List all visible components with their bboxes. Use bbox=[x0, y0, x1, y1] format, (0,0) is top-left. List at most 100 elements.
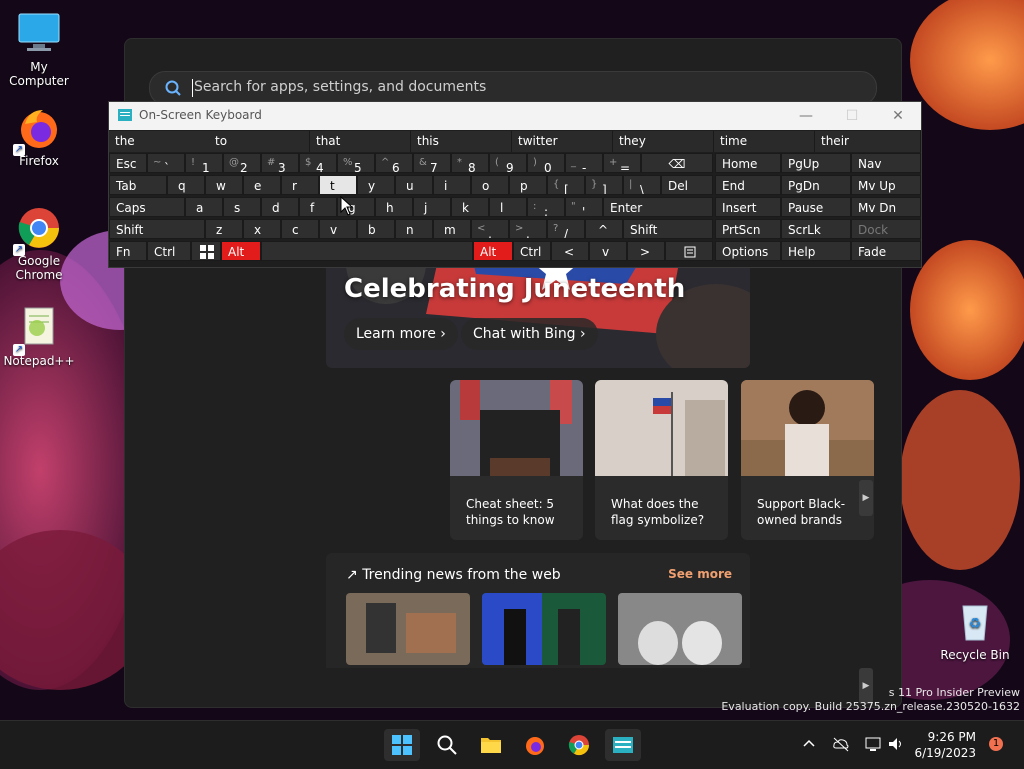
key--[interactable]: _ - bbox=[565, 153, 603, 173]
key-punct-1[interactable]: " ' bbox=[565, 197, 603, 217]
osk-taskbar-button[interactable] bbox=[605, 729, 641, 761]
key-w[interactable]: w bbox=[205, 175, 243, 195]
key-right-arrow[interactable]: > bbox=[627, 241, 665, 261]
key-6[interactable]: ^ 6 bbox=[375, 153, 413, 173]
key-e[interactable]: e bbox=[243, 175, 281, 195]
key-punct2-1[interactable]: >. bbox=[509, 219, 547, 239]
firefox-taskbar-button[interactable] bbox=[517, 729, 553, 761]
news-card[interactable]: Cheat sheet: 5 things to know bbox=[450, 380, 583, 540]
key-backspace[interactable]: ⌫ bbox=[641, 153, 713, 173]
osk-title-bar[interactable]: On-Screen Keyboard — ☐ ✕ bbox=[109, 102, 921, 130]
key-k[interactable]: k bbox=[451, 197, 489, 217]
desktop-icon-my-computer[interactable]: My Computer bbox=[1, 10, 77, 88]
key-nav-mv-dn[interactable]: Mv Dn bbox=[851, 197, 921, 217]
desktop-icon-firefox[interactable]: ↗ Firefox bbox=[1, 104, 77, 168]
key-shift-right[interactable]: Shift bbox=[623, 219, 713, 239]
trending-thumbnail[interactable] bbox=[346, 593, 470, 665]
key-m[interactable]: m bbox=[433, 219, 471, 239]
key-j[interactable]: j bbox=[413, 197, 451, 217]
close-button[interactable]: ✕ bbox=[875, 102, 921, 130]
system-clock[interactable]: 9:26 PM 6/19/2023 bbox=[912, 729, 976, 761]
key-bracket-2[interactable]: | \ bbox=[623, 175, 661, 195]
trending-thumbnail[interactable] bbox=[618, 593, 742, 665]
desktop-icon-recycle-bin[interactable]: ♻ Recycle Bin bbox=[937, 598, 1013, 662]
key-alt-left[interactable]: Alt bbox=[221, 241, 261, 261]
key-1[interactable]: ! 1 bbox=[185, 153, 223, 173]
key-s[interactable]: s bbox=[223, 197, 261, 217]
key-8[interactable]: * 8 bbox=[451, 153, 489, 173]
key-bracket-1[interactable]: }] bbox=[585, 175, 623, 195]
file-explorer-button[interactable] bbox=[473, 729, 509, 761]
key-nav-home[interactable]: Home bbox=[715, 153, 781, 173]
key-p[interactable]: p bbox=[509, 175, 547, 195]
key-q[interactable]: q bbox=[167, 175, 205, 195]
carousel-next-button[interactable]: ▶ bbox=[859, 480, 873, 516]
key-alt-right[interactable]: Alt bbox=[473, 241, 513, 261]
key-2[interactable]: @2 bbox=[223, 153, 261, 173]
key-h[interactable]: h bbox=[375, 197, 413, 217]
key-nav-prtscn[interactable]: PrtScn bbox=[715, 219, 781, 239]
news-card[interactable]: Support Black-owned brands bbox=[741, 380, 874, 540]
key-y[interactable]: y bbox=[357, 175, 395, 195]
key-3[interactable]: #3 bbox=[261, 153, 299, 173]
key-nav-insert[interactable]: Insert bbox=[715, 197, 781, 217]
learn-more-button[interactable]: Learn more › bbox=[344, 318, 458, 350]
search-taskbar-button[interactable] bbox=[429, 729, 465, 761]
chrome-taskbar-button[interactable] bbox=[561, 729, 597, 761]
key-left-arrow[interactable]: < bbox=[551, 241, 589, 261]
chat-with-bing-button[interactable]: Chat with Bing › bbox=[461, 318, 598, 350]
key-z[interactable]: z bbox=[205, 219, 243, 239]
key-n[interactable]: n bbox=[395, 219, 433, 239]
key-menu[interactable] bbox=[665, 241, 713, 261]
key-nav-end[interactable]: End bbox=[715, 175, 781, 195]
prediction-time[interactable]: time bbox=[714, 131, 815, 152]
key-down-arrow[interactable]: v bbox=[589, 241, 627, 261]
key-5[interactable]: % 5 bbox=[337, 153, 375, 173]
key-nav-nav[interactable]: Nav bbox=[851, 153, 921, 173]
key-nav-mv-up[interactable]: Mv Up bbox=[851, 175, 921, 195]
key-punct2-0[interactable]: <, bbox=[471, 219, 509, 239]
key-punct2-2[interactable]: ? / bbox=[547, 219, 585, 239]
key-ctrl-right[interactable]: Ctrl bbox=[513, 241, 551, 261]
desktop-icon-notepadpp[interactable]: ↗ Notepad++ bbox=[1, 304, 77, 368]
notification-badge[interactable]: 1 bbox=[989, 737, 1003, 751]
key-nav-pgdn[interactable]: PgDn bbox=[781, 175, 851, 195]
key-4[interactable]: $4 bbox=[299, 153, 337, 173]
key-7[interactable]: & 7 bbox=[413, 153, 451, 173]
prediction-this[interactable]: this bbox=[411, 131, 512, 152]
key-=[interactable]: + = bbox=[603, 153, 641, 173]
key-fn[interactable]: Fn bbox=[109, 241, 147, 261]
search-input[interactable]: Search for apps, settings, and documents bbox=[194, 79, 486, 95]
key-v[interactable]: v bbox=[319, 219, 357, 239]
key-nav-help[interactable]: Help bbox=[781, 241, 851, 261]
start-button[interactable] bbox=[384, 729, 420, 761]
key-nav-scrlk[interactable]: ScrLk bbox=[781, 219, 851, 239]
key-u[interactable]: u bbox=[395, 175, 433, 195]
key-o[interactable]: o bbox=[471, 175, 509, 195]
key-t[interactable]: t bbox=[319, 175, 357, 195]
key-tab[interactable]: Tab bbox=[109, 175, 167, 195]
network-icon[interactable] bbox=[864, 735, 882, 753]
key-bracket-0[interactable]: {[ bbox=[547, 175, 585, 195]
key-shift-left[interactable]: Shift bbox=[109, 219, 205, 239]
key-nav-pgup[interactable]: PgUp bbox=[781, 153, 851, 173]
key-up-arrow[interactable]: ^ bbox=[585, 219, 623, 239]
key-c[interactable]: c bbox=[281, 219, 319, 239]
key-nav-fade[interactable]: Fade bbox=[851, 241, 921, 261]
key-space[interactable] bbox=[261, 241, 473, 261]
key-windows[interactable] bbox=[191, 241, 221, 261]
prediction-the[interactable]: the bbox=[109, 131, 210, 152]
trending-thumbnail[interactable] bbox=[482, 593, 606, 665]
key-x[interactable]: x bbox=[243, 219, 281, 239]
key-a[interactable]: a bbox=[185, 197, 223, 217]
prediction-their[interactable]: their bbox=[815, 131, 921, 152]
prediction-twitter[interactable]: twitter bbox=[512, 131, 613, 152]
key-enter[interactable]: Enter bbox=[603, 197, 713, 217]
key-l[interactable]: l bbox=[489, 197, 527, 217]
key-`[interactable]: ~ ` bbox=[147, 153, 185, 173]
see-more-link[interactable]: See more bbox=[668, 567, 732, 581]
key-caps[interactable]: Caps bbox=[109, 197, 185, 217]
key-0[interactable]: ) 0 bbox=[527, 153, 565, 173]
desktop-icon-chrome[interactable]: ↗ Google Chrome bbox=[1, 204, 77, 282]
maximize-button[interactable]: ☐ bbox=[829, 102, 875, 130]
